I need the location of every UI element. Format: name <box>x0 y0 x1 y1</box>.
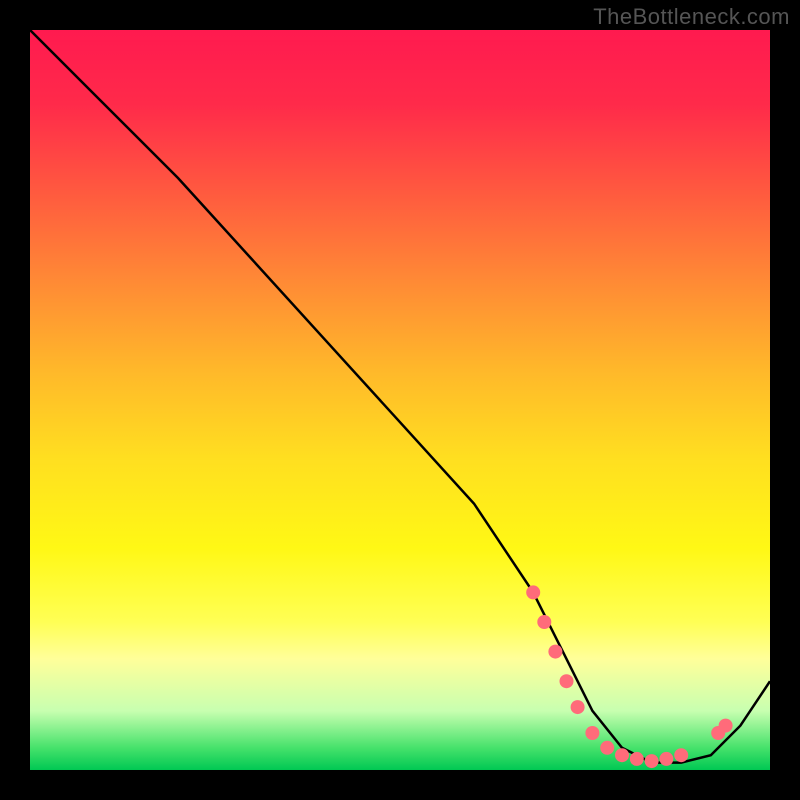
data-marker <box>659 752 673 766</box>
data-marker <box>526 585 540 599</box>
data-marker <box>537 615 551 629</box>
watermark-text: TheBottleneck.com <box>593 4 790 30</box>
data-marker <box>548 645 562 659</box>
curve-line <box>30 30 770 763</box>
data-marker <box>630 752 644 766</box>
data-marker <box>674 748 688 762</box>
curve-svg <box>30 30 770 770</box>
data-marker <box>615 748 629 762</box>
marker-group <box>526 585 732 768</box>
data-marker <box>600 741 614 755</box>
chart-container: TheBottleneck.com <box>0 0 800 800</box>
data-marker <box>585 726 599 740</box>
data-marker <box>645 754 659 768</box>
data-marker <box>719 719 733 733</box>
data-marker <box>560 674 574 688</box>
data-marker <box>571 700 585 714</box>
